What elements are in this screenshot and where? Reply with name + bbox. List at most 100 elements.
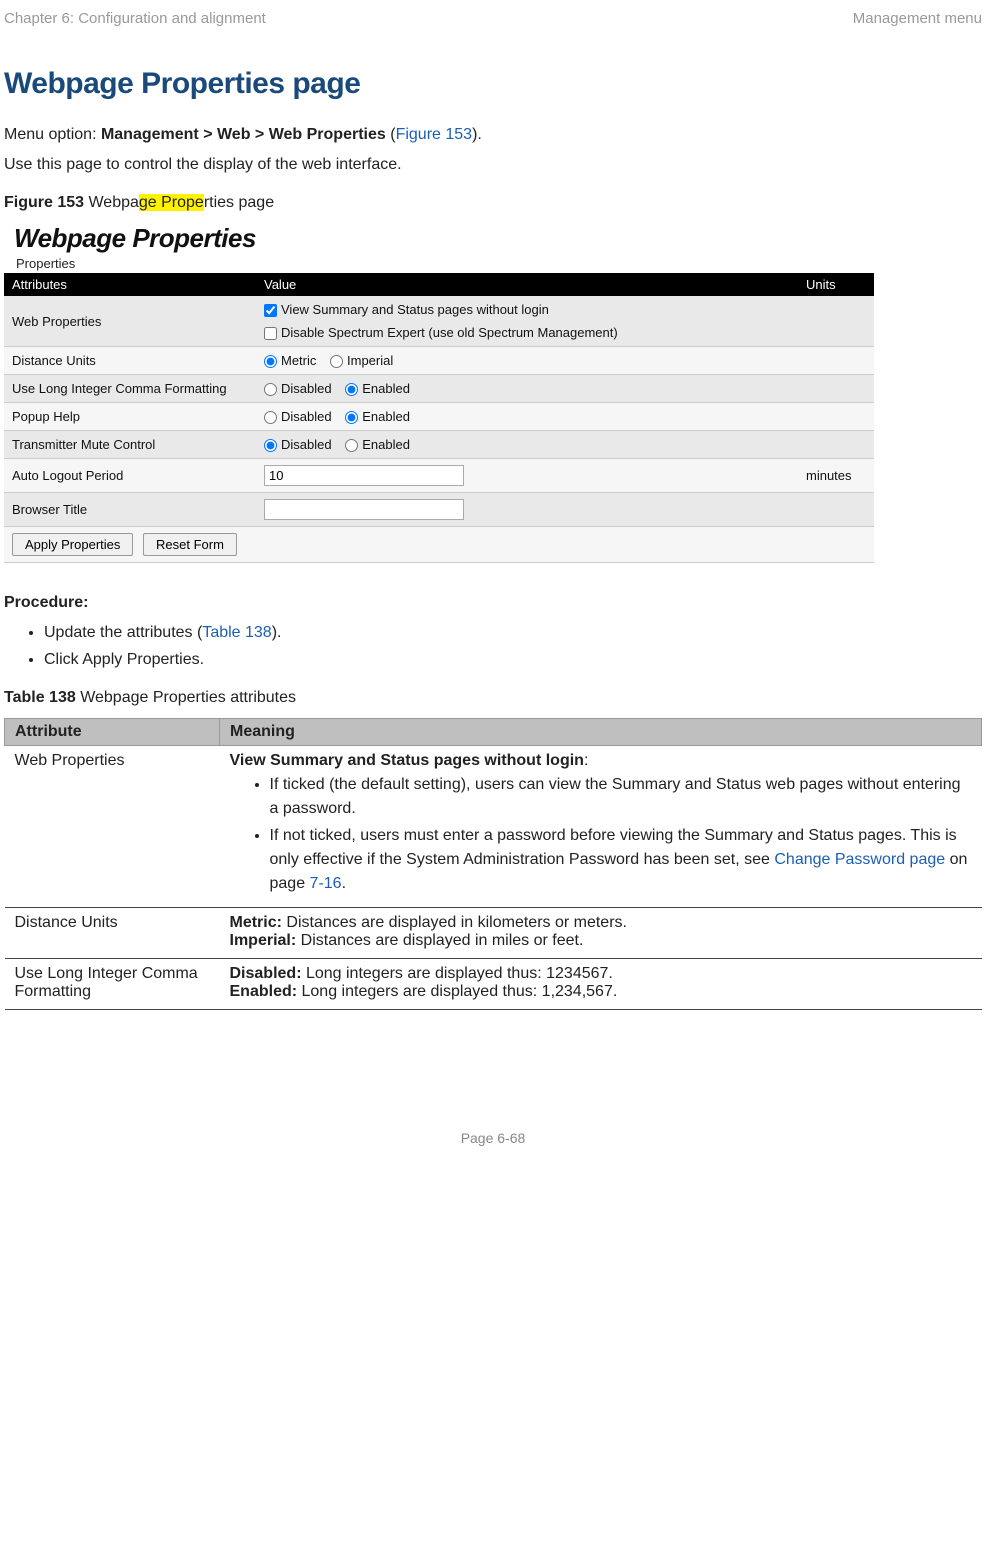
- col-header-attributes: Attributes: [4, 273, 256, 296]
- attr-unit: [798, 403, 874, 431]
- browser-title-input[interactable]: [264, 499, 464, 520]
- reset-form-button[interactable]: Reset Form: [143, 533, 237, 556]
- attributes-table: Attribute Meaning Web Properties View Su…: [4, 718, 982, 1010]
- attr-label: Use Long Integer Comma Formatting: [4, 375, 256, 403]
- radio-label: Imperial: [347, 353, 393, 368]
- radio-label: Disabled: [281, 409, 332, 424]
- view-summary-checkbox[interactable]: [264, 304, 277, 317]
- row-transmitter-mute: Transmitter Mute Control Disabled Enable…: [4, 431, 874, 459]
- row-comma-formatting: Use Long Integer Comma Formatting Disabl…: [4, 375, 874, 403]
- disable-spectrum-checkbox[interactable]: [264, 327, 277, 340]
- mute-disabled-radio[interactable]: [264, 439, 277, 452]
- table-row: Web Properties View Summary and Status p…: [5, 746, 982, 908]
- text: Long integers are displayed thus: 1,234,…: [297, 983, 617, 1000]
- attr-name: Use Long Integer Comma Formatting: [5, 959, 220, 1010]
- radio-label: Enabled: [362, 381, 410, 396]
- table-ref-link[interactable]: Table 138: [202, 624, 271, 641]
- text: Webpage Properties attributes: [80, 689, 296, 706]
- attr-value: View Summary and Status pages without lo…: [256, 296, 798, 347]
- text: Webpa: [88, 194, 138, 211]
- list-item: Update the attributes (Table 138).: [44, 621, 982, 645]
- page-title: Webpage Properties page: [4, 67, 982, 101]
- radio-label: Disabled: [281, 381, 332, 396]
- table-row: Distance Units Metric: Distances are dis…: [5, 908, 982, 959]
- text: Metric:: [230, 914, 282, 931]
- table-caption: Table 138 Webpage Properties attributes: [4, 686, 982, 710]
- text: ).: [472, 126, 482, 143]
- change-password-link[interactable]: Change Password page: [774, 851, 945, 868]
- attr-value: Disabled Enabled: [256, 403, 798, 431]
- procedure-heading: Procedure:: [4, 591, 982, 615]
- list-item: Click Apply Properties.: [44, 648, 982, 672]
- intro-line: Use this page to control the display of …: [4, 153, 982, 177]
- col-header-attribute: Attribute: [5, 719, 220, 746]
- row-auto-logout: Auto Logout Period minutes: [4, 459, 874, 493]
- attr-meaning: Disabled: Long integers are displayed th…: [220, 959, 982, 1010]
- radio-label: Enabled: [362, 409, 410, 424]
- text: Procedure:: [4, 594, 88, 611]
- figure-caption: Figure 153 Webpage Properties page: [4, 191, 982, 215]
- mute-enabled-radio[interactable]: [345, 439, 358, 452]
- procedure-list: Update the attributes (Table 138). Click…: [4, 621, 982, 672]
- page-footer: Page 6-68: [4, 1130, 982, 1146]
- comma-disabled-radio[interactable]: [264, 383, 277, 396]
- attr-label: Distance Units: [4, 347, 256, 375]
- text: Distances are displayed in kilometers or…: [282, 914, 627, 931]
- attr-value: Metric Imperial: [256, 347, 798, 375]
- checkbox-label: View Summary and Status pages without lo…: [281, 302, 549, 317]
- menu-option-line: Menu option: Management > Web > Web Prop…: [4, 123, 982, 147]
- radio-label: Metric: [281, 353, 316, 368]
- attr-name: Distance Units: [5, 908, 220, 959]
- col-header-value: Value: [256, 273, 798, 296]
- row-web-properties: Web Properties View Summary and Status p…: [4, 296, 874, 347]
- attr-meaning: Metric: Distances are displayed in kilom…: [220, 908, 982, 959]
- attr-label: Transmitter Mute Control: [4, 431, 256, 459]
- breadcrumb: Management > Web > Web Properties: [101, 126, 386, 143]
- embedded-screenshot: Webpage Properties Properties Attributes…: [4, 223, 874, 563]
- text: rties page: [204, 194, 274, 211]
- text: Distances are displayed in miles or feet…: [296, 932, 583, 949]
- list-item: If ticked (the default setting), users c…: [270, 773, 972, 821]
- text: Long integers are displayed thus: 123456…: [302, 965, 613, 982]
- attr-value: Disabled Enabled: [256, 431, 798, 459]
- attr-name: Web Properties: [5, 746, 220, 908]
- radio-label: Enabled: [362, 437, 410, 452]
- page-ref-link[interactable]: 7-16: [310, 875, 342, 892]
- attr-label: Popup Help: [4, 403, 256, 431]
- panel-subtitle: Properties: [16, 256, 874, 271]
- properties-table: Attributes Value Units Web Properties Vi…: [4, 273, 874, 563]
- figure-ref-link[interactable]: Figure 153: [396, 126, 473, 143]
- attr-meaning: View Summary and Status pages without lo…: [220, 746, 982, 908]
- row-browser-title: Browser Title: [4, 493, 874, 527]
- text: ).: [272, 624, 282, 641]
- popup-disabled-radio[interactable]: [264, 411, 277, 424]
- text: Imperial:: [230, 932, 297, 949]
- text: .: [342, 875, 346, 892]
- attr-unit: [798, 431, 874, 459]
- text: Enabled:: [230, 983, 298, 1000]
- comma-enabled-radio[interactable]: [345, 383, 358, 396]
- imperial-radio[interactable]: [330, 355, 343, 368]
- text: Menu option:: [4, 126, 101, 143]
- attr-unit: [798, 347, 874, 375]
- attr-label: Auto Logout Period: [4, 459, 256, 493]
- col-header-meaning: Meaning: [220, 719, 982, 746]
- metric-radio[interactable]: [264, 355, 277, 368]
- attr-unit: minutes: [798, 459, 874, 493]
- text: (: [386, 126, 396, 143]
- text: :: [584, 752, 588, 769]
- attr-label: Web Properties: [4, 296, 256, 347]
- attr-value: [256, 459, 798, 493]
- table-row: Use Long Integer Comma Formatting Disabl…: [5, 959, 982, 1010]
- row-distance-units: Distance Units Metric Imperial: [4, 347, 874, 375]
- chapter-label: Chapter 6: Configuration and alignment: [4, 10, 266, 27]
- attr-value: [256, 493, 798, 527]
- text: Disabled:: [230, 965, 302, 982]
- attr-label: Browser Title: [4, 493, 256, 527]
- text: Update the attributes (: [44, 624, 202, 641]
- attr-unit: [798, 493, 874, 527]
- auto-logout-input[interactable]: [264, 465, 464, 486]
- popup-enabled-radio[interactable]: [345, 411, 358, 424]
- attr-value: Disabled Enabled: [256, 375, 798, 403]
- apply-properties-button[interactable]: Apply Properties: [12, 533, 133, 556]
